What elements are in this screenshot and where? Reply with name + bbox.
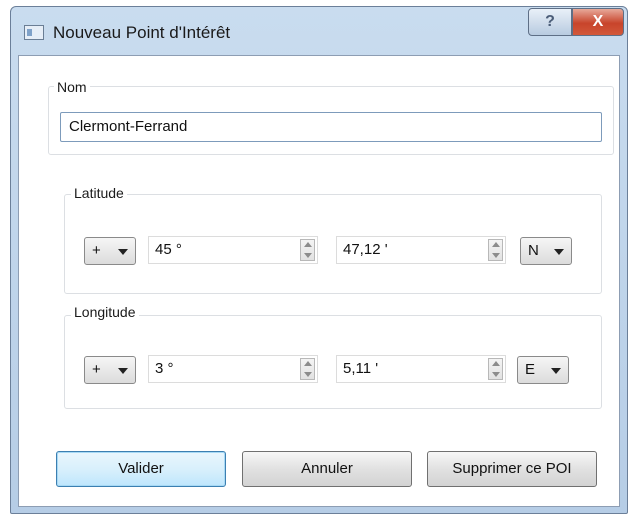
latitude-minutes-stepper[interactable]	[488, 239, 503, 261]
name-field[interactable]: Clermont-Ferrand	[60, 112, 602, 142]
stepper-up-icon	[304, 361, 312, 366]
longitude-sign-value: +	[92, 361, 101, 378]
dialog-content: Nom Clermont-Ferrand Latitude + 45 ° 47,…	[18, 55, 620, 507]
chevron-down-icon	[554, 249, 564, 255]
stepper-down-icon	[492, 253, 500, 258]
latitude-sign-select[interactable]: +	[84, 237, 136, 265]
validate-button[interactable]: Valider	[56, 451, 226, 487]
longitude-label: Longitude	[71, 304, 139, 320]
chevron-down-icon	[551, 368, 561, 374]
stepper-down-icon	[492, 372, 500, 377]
chevron-down-icon	[118, 249, 128, 255]
stepper-down-icon	[304, 253, 312, 258]
latitude-degrees-stepper[interactable]	[300, 239, 315, 261]
longitude-minutes-value: 5,11 '	[343, 360, 379, 377]
longitude-minutes-spinbox[interactable]: 5,11 '	[336, 355, 506, 383]
latitude-minutes-value: 47,12 '	[343, 241, 388, 258]
chevron-down-icon	[118, 368, 128, 374]
longitude-degrees-value: 3 °	[155, 360, 174, 377]
latitude-minutes-spinbox[interactable]: 47,12 '	[336, 236, 506, 264]
longitude-minutes-stepper[interactable]	[488, 358, 503, 380]
latitude-hemisphere-value: N	[528, 242, 539, 259]
stepper-down-icon	[304, 372, 312, 377]
stepper-up-icon	[492, 361, 500, 366]
title-bar: Nouveau Point d'Intérêt ? X	[11, 7, 627, 55]
latitude-hemisphere-select[interactable]: N	[520, 237, 572, 265]
latitude-label: Latitude	[71, 185, 127, 201]
close-button[interactable]: X	[572, 8, 624, 36]
help-button[interactable]: ?	[528, 8, 572, 36]
latitude-degrees-spinbox[interactable]: 45 °	[148, 236, 318, 264]
longitude-degrees-spinbox[interactable]: 3 °	[148, 355, 318, 383]
delete-poi-button[interactable]: Supprimer ce POI	[427, 451, 597, 487]
latitude-sign-value: +	[92, 242, 101, 259]
longitude-hemisphere-select[interactable]: E	[517, 356, 569, 384]
window-title: Nouveau Point d'Intérêt	[53, 23, 231, 42]
stepper-up-icon	[304, 242, 312, 247]
stepper-up-icon	[492, 242, 500, 247]
longitude-degrees-stepper[interactable]	[300, 358, 315, 380]
latitude-degrees-value: 45 °	[155, 241, 182, 258]
longitude-sign-select[interactable]: +	[84, 356, 136, 384]
cancel-button[interactable]: Annuler	[242, 451, 412, 487]
longitude-hemisphere-value: E	[525, 361, 536, 378]
window-icon	[24, 25, 44, 40]
poi-dialog: Nouveau Point d'Intérêt ? X Nom Clermont…	[10, 6, 628, 514]
name-label: Nom	[54, 79, 90, 95]
